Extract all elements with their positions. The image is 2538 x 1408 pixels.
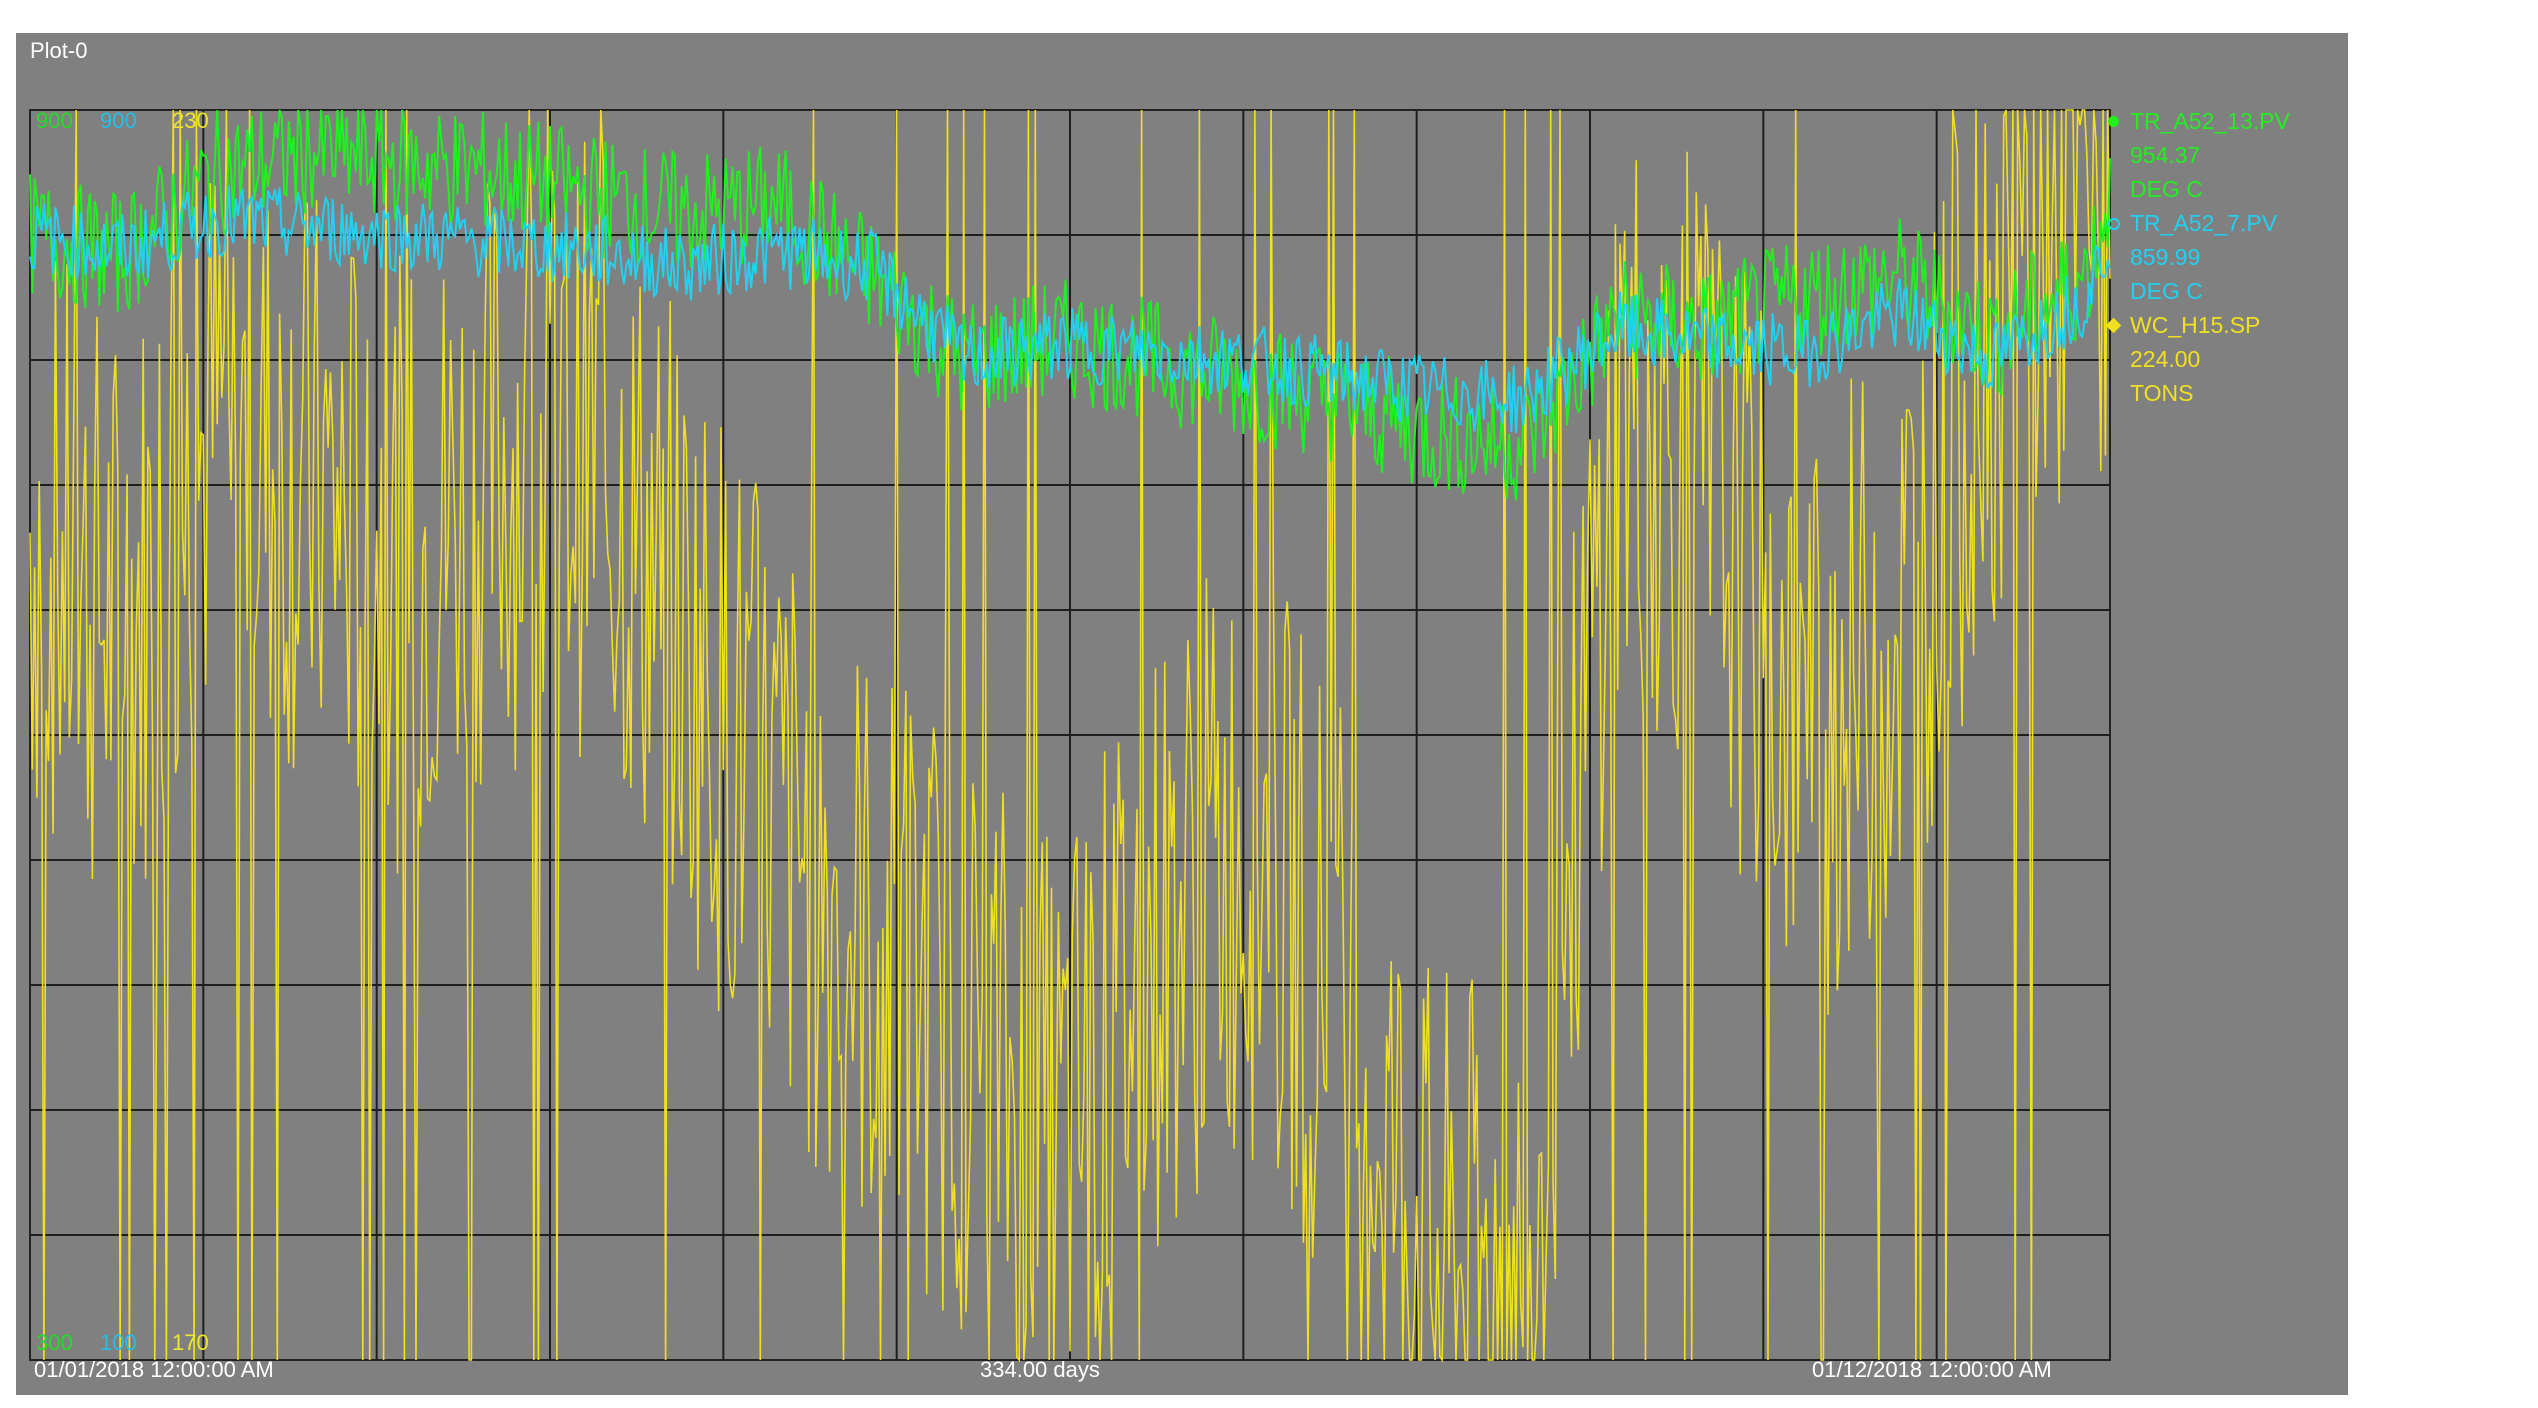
legend-item-tr-a52-7[interactable]: TR_A52_7.PV 859.99 DEG C: [2108, 206, 2338, 308]
axis-min-label: 300: [36, 1330, 73, 1355]
x-span-label: 334.00 days: [980, 1357, 1100, 1382]
legend-unit: TONS: [2130, 380, 2194, 406]
legend-marker-icon: [2108, 218, 2120, 230]
legend-unit: DEG C: [2130, 176, 2203, 202]
axis-max-label: 230: [172, 108, 209, 133]
legend-marker-icon: [2105, 317, 2122, 334]
legend-item-tr-a52-13[interactable]: TR_A52_13.PV 954.37 DEG C: [2108, 104, 2338, 206]
legend-unit: DEG C: [2130, 278, 2203, 304]
x-end-label: 01/12/2018 12:00:00 AM: [1812, 1357, 2052, 1382]
legend: TR_A52_13.PV 954.37 DEG C TR_A52_7.PV 85…: [2105, 104, 2338, 410]
axis-max-label: 900: [36, 108, 73, 133]
x-start-label: 01/01/2018 12:00:00 AM: [34, 1357, 274, 1382]
legend-value: 859.99: [2130, 244, 2201, 270]
legend-value: 954.37: [2130, 142, 2201, 168]
legend-tag: TR_A52_7.PV: [2130, 210, 2278, 236]
legend-tag: WC_H15.SP: [2130, 312, 2261, 338]
axis-min-label: 100: [100, 1330, 137, 1355]
legend-tag: TR_A52_13.PV: [2130, 108, 2290, 134]
legend-value: 224.00: [2130, 346, 2201, 372]
legend-marker-icon: [2108, 116, 2119, 127]
axis-min-label: 170: [172, 1330, 209, 1355]
legend-item-wc-h15[interactable]: WC_H15.SP 224.00 TONS: [2105, 308, 2338, 410]
axis-max-label: 900: [100, 108, 137, 133]
